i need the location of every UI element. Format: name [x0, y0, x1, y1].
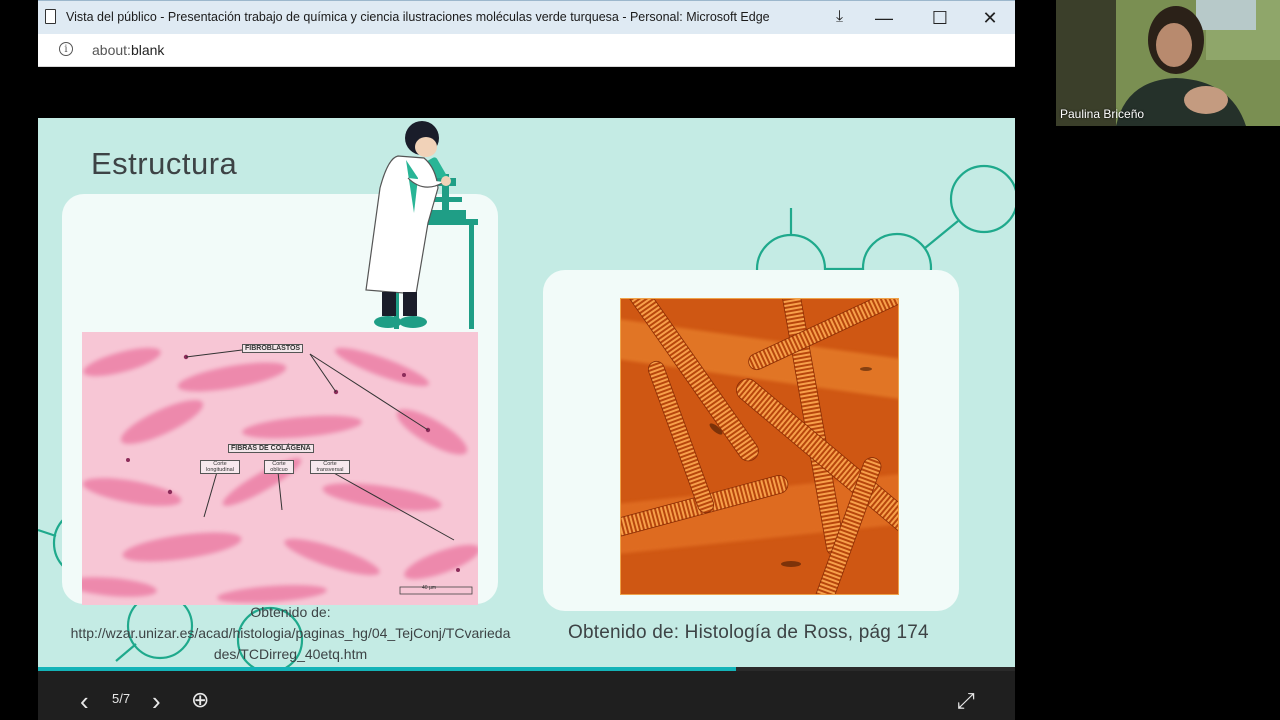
histology-image: FIBROBLASTOS FIBRAS DE COLÁGENA Corte lo… — [82, 332, 478, 605]
url-main: blank — [130, 42, 165, 58]
label-corte-longitudinal: Corte longitudinal — [200, 460, 240, 474]
credit-left-line1: Obtenido de: — [250, 604, 331, 620]
credit-left-line2: http://wzar.unizar.es/acad/histologia/pa… — [70, 625, 511, 641]
minimize-button[interactable]: — — [864, 5, 904, 31]
scale-bar-label: 40 µm — [422, 585, 436, 591]
presenter-controls: ‹ 5/7 › ⊕ ⤢ — [38, 671, 1015, 720]
browser-window: Vista del público - Presentación trabajo… — [38, 0, 1015, 720]
address-bar[interactable]: i about:blank — [38, 34, 1015, 67]
title-bar: Vista del público - Presentación trabajo… — [38, 0, 1015, 34]
download-warning-icon[interactable]: ⤓ — [836, 8, 854, 26]
label-corte-oblicuo: Corte oblicuo — [264, 460, 294, 474]
label-corte-transversal: Corte transversal — [310, 460, 350, 474]
fullscreen-icon[interactable]: ⤢ — [957, 690, 975, 712]
maximize-button[interactable]: ☐ — [920, 5, 960, 31]
address-url[interactable]: about:blank — [92, 42, 164, 58]
url-prefix: about: — [92, 42, 131, 58]
label-fibras-colagena: FIBRAS DE COLÁGENA — [228, 444, 314, 453]
info-icon[interactable]: i — [59, 42, 73, 56]
scientist-microscope-illustration — [365, 121, 478, 329]
slide-title: Estructura — [91, 146, 238, 181]
previous-slide-button[interactable]: ‹ — [80, 688, 89, 714]
zoom-icon[interactable]: ⊕ — [191, 689, 209, 711]
close-button[interactable]: ✕ — [970, 5, 1010, 31]
next-slide-button[interactable]: › — [152, 688, 161, 714]
window-title: Vista del público - Presentación trabajo… — [66, 10, 770, 24]
right-image-credit: Obtenido de: Histología de Ross, pág 174 — [568, 622, 929, 643]
participant-video[interactable]: Paulina Briceño — [1056, 0, 1280, 126]
collagen-afm-image — [620, 298, 899, 595]
label-fibroblastos: FIBROBLASTOS — [242, 344, 304, 353]
page-icon — [45, 9, 56, 24]
left-image-credit: Obtenido de: http://wzar.unizar.es/acad/… — [38, 602, 543, 665]
participant-name: Paulina Briceño — [1060, 107, 1145, 121]
presentation-slide: Estructura FIBROBLASTOS FIBRAS DE COLÁGE… — [38, 118, 1015, 667]
slide-counter: 5/7 — [112, 691, 131, 706]
credit-left-line3: des/TCDirreg_40etq.htm — [213, 646, 368, 662]
presenter-toolbar-area — [38, 67, 1015, 118]
